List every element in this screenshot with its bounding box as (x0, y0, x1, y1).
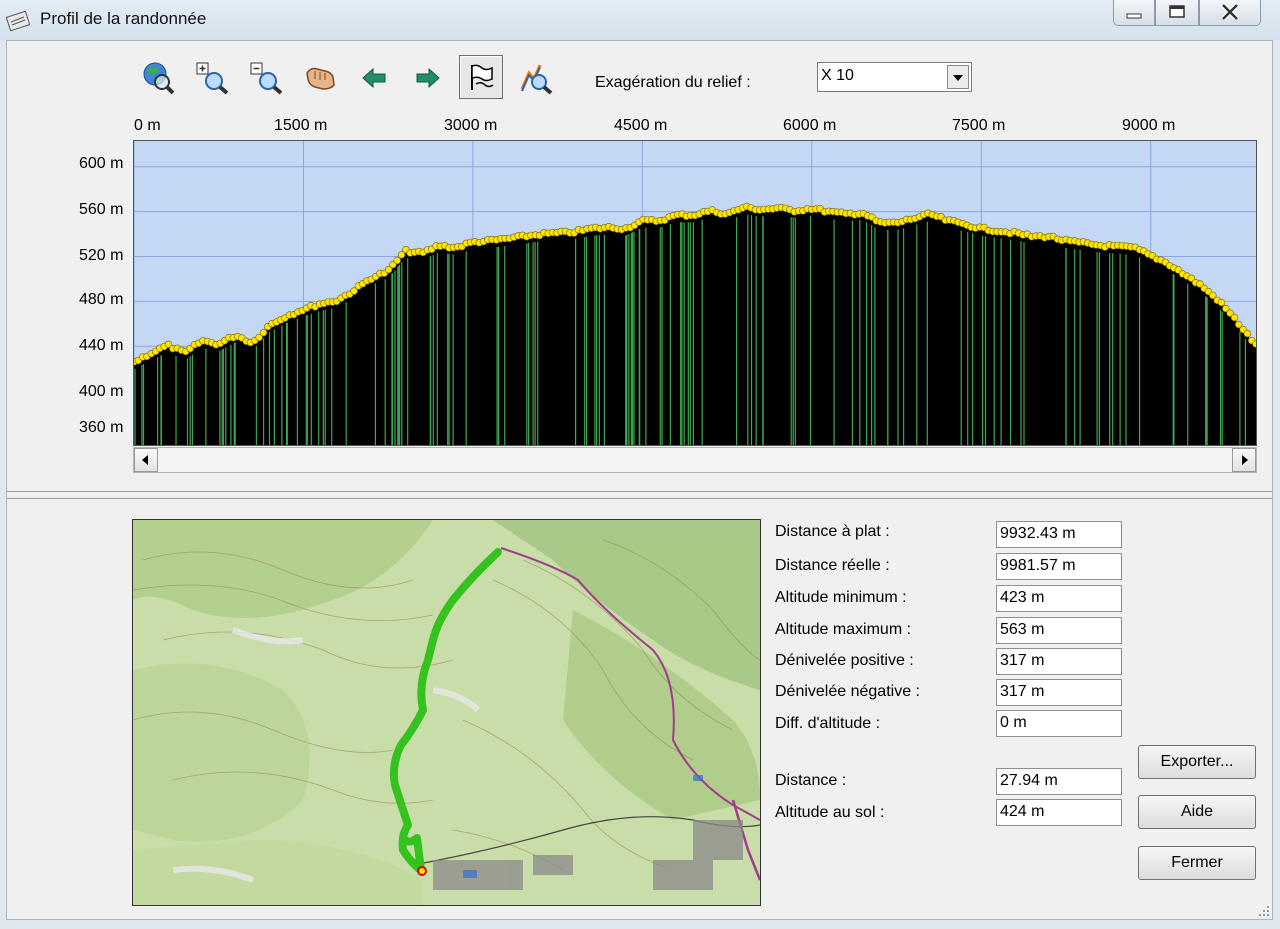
zoom-out-icon (250, 62, 283, 95)
elevation-profile-chart[interactable] (133, 140, 1257, 446)
maximize-icon (1169, 5, 1185, 18)
arrow-right-icon (416, 67, 440, 89)
minimize-icon (1126, 13, 1142, 19)
track-point-marker (1243, 329, 1252, 338)
profile-zoom-button[interactable] (513, 55, 557, 99)
flag-icon (471, 64, 494, 90)
x-tick-label: 6000 m (783, 117, 837, 134)
help-button[interactable]: Aide (1138, 795, 1256, 829)
client-area: Exagération du relief : X 10 0 m 1500 m … (6, 40, 1273, 920)
y-tick-label: 520 m (79, 247, 124, 264)
y-tick-label: 360 m (79, 419, 124, 436)
title-bar[interactable]: Profil de la randonnée (0, 0, 1280, 40)
window-title: Profil de la randonnée (40, 9, 207, 28)
track-point-marker (1230, 313, 1239, 322)
export-button[interactable]: Exporter... (1138, 745, 1256, 779)
stat-label: Distance réelle : (775, 557, 890, 574)
globe-zoom-icon (143, 62, 175, 95)
profile-horizontal-scrollbar[interactable] (133, 447, 1257, 473)
pan-hand-icon (306, 67, 335, 90)
x-tick-label: 9000 m (1122, 117, 1176, 134)
track-point-marker (259, 329, 268, 337)
profile-zoom-icon (520, 64, 553, 95)
scroll-left-button[interactable] (134, 448, 158, 472)
profile-window: Profil de la randonnée Exagération du re… (0, 0, 1280, 929)
scroll-right-button[interactable] (1232, 448, 1256, 472)
exaggeration-label: Exagération du relief : (595, 74, 751, 91)
topographic-map-svg (133, 520, 760, 905)
cursor-label: Distance : (775, 772, 847, 789)
stat-value-positive-gain: 317 m (996, 648, 1122, 675)
stat-label: Dénivelée négative : (775, 683, 920, 700)
arrow-left-icon (362, 67, 386, 89)
stat-label: Dénivelée positive : (775, 652, 914, 669)
y-tick-label: 600 m (79, 155, 124, 172)
cursor-value-ground-altitude: 424 m (996, 799, 1122, 826)
stat-value-altitude-min: 423 m (996, 585, 1122, 612)
x-tick-label: 4500 m (614, 117, 668, 134)
flag-mode-button[interactable] (459, 55, 503, 99)
track-point-marker (1217, 298, 1226, 307)
cursor-value-distance: 27.94 m (996, 768, 1122, 795)
chevron-down-icon[interactable] (947, 65, 969, 89)
panel-splitter[interactable] (7, 491, 1272, 499)
y-tick-label: 560 m (79, 201, 124, 218)
close-icon (1221, 3, 1239, 21)
zoom-in-button[interactable] (189, 55, 233, 99)
exaggeration-value: X 10 (821, 67, 854, 84)
track-point-marker (393, 256, 401, 265)
route-start-marker (417, 866, 427, 876)
topographic-map[interactable] (132, 519, 761, 906)
globe-zoom-button[interactable] (135, 55, 179, 99)
x-tick-label: 1500 m (274, 117, 328, 134)
y-tick-label: 400 m (79, 383, 124, 400)
close-window-button[interactable] (1199, 0, 1261, 26)
cursor-label: Altitude au sol : (775, 804, 885, 821)
stat-value-flat-distance: 9932.43 m (996, 521, 1122, 548)
stat-label: Altitude maximum : (775, 621, 912, 638)
pan-button[interactable] (297, 55, 341, 99)
stat-value-altitude-diff: 0 m (996, 710, 1122, 737)
previous-button[interactable] (351, 55, 395, 99)
elevation-profile-svg[interactable] (134, 141, 1256, 445)
y-tick-label: 480 m (79, 291, 124, 308)
stat-value-negative-gain: 317 m (996, 679, 1122, 706)
next-button[interactable] (405, 55, 449, 99)
stat-label: Distance à plat : (775, 523, 890, 540)
zoom-in-icon (196, 62, 229, 95)
stat-value-altitude-max: 563 m (996, 617, 1122, 644)
stat-value-real-distance: 9981.57 m (996, 553, 1122, 580)
resize-grip-icon[interactable] (1258, 905, 1270, 917)
y-tick-label: 440 m (79, 337, 124, 354)
minimize-button[interactable] (1113, 0, 1155, 26)
x-tick-label: 3000 m (444, 117, 498, 134)
x-tick-label: 7500 m (952, 117, 1006, 134)
stat-label: Altitude minimum : (775, 589, 907, 606)
stat-label: Diff. d'altitude : (775, 715, 881, 732)
close-button[interactable]: Fermer (1138, 846, 1256, 880)
exaggeration-select[interactable]: X 10 (817, 62, 972, 92)
profile-app-icon (6, 10, 30, 32)
maximize-button[interactable] (1155, 0, 1199, 26)
x-tick-label: 0 m (134, 117, 161, 134)
zoom-out-button[interactable] (243, 55, 287, 99)
